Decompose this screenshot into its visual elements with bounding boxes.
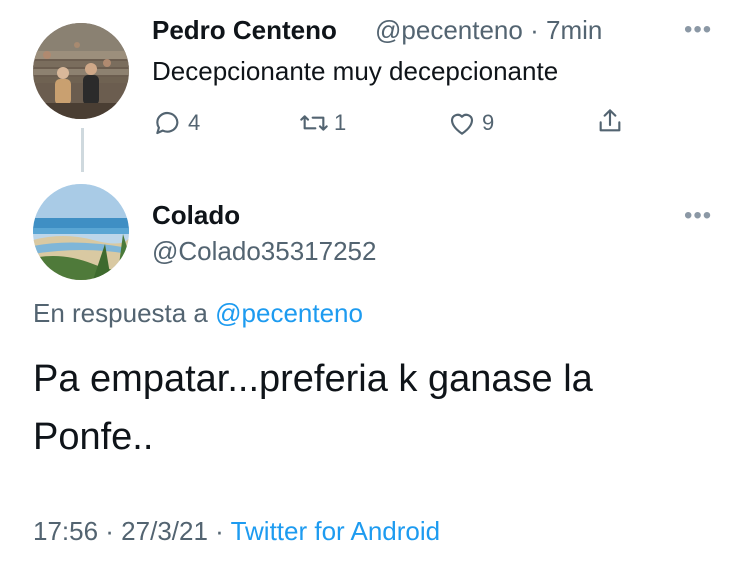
tweet-timestamp[interactable]: 17:56 · 27/3/21 · [33, 516, 224, 546]
reply-author-name[interactable]: Colado [152, 200, 240, 231]
tweet-source-link[interactable]: Twitter for Android [231, 516, 441, 546]
tweet-metadata: 17:56 · 27/3/21 · Twitter for Android [33, 516, 440, 547]
separator-dot: · [530, 15, 539, 45]
share-button[interactable] [594, 105, 626, 137]
replying-to-link[interactable]: @pecenteno [215, 298, 363, 328]
thread-connector-line [81, 128, 84, 172]
parent-tweet-time[interactable]: 7min [546, 15, 602, 45]
reply-author-handle[interactable]: @Colado35317252 [152, 236, 376, 267]
avatar-colado[interactable] [33, 184, 129, 280]
reply-count: 4 [188, 110, 201, 135]
retweet-icon [300, 115, 328, 131]
parent-author-handle[interactable]: @pecenteno [375, 15, 523, 45]
heart-icon [450, 113, 474, 135]
reply-button[interactable]: 4 [152, 107, 200, 139]
replying-to-line: En respuesta a @pecenteno [33, 298, 363, 329]
parent-author-name[interactable]: Pedro Centeno [152, 15, 337, 46]
parent-handle-time: @pecenteno · 7min [375, 15, 602, 46]
more-horizontal-icon[interactable]: ••• [684, 202, 712, 230]
more-horizontal-icon[interactable]: ••• [684, 16, 712, 44]
avatar-pedro-centeno[interactable] [33, 23, 129, 119]
replying-to-prefix: En respuesta a [33, 298, 208, 328]
like-button[interactable]: 9 [446, 107, 494, 139]
reply-tweet-text: Pa empatar...preferia k ganase la Ponfe.… [33, 358, 593, 458]
parent-tweet-text: Decepcionante muy decepcionante [152, 56, 559, 86]
retweet-button[interactable]: 1 [298, 107, 346, 139]
retweet-count: 1 [334, 110, 347, 135]
share-icon [599, 109, 621, 132]
like-count: 9 [482, 110, 495, 135]
comment-icon [156, 111, 179, 135]
